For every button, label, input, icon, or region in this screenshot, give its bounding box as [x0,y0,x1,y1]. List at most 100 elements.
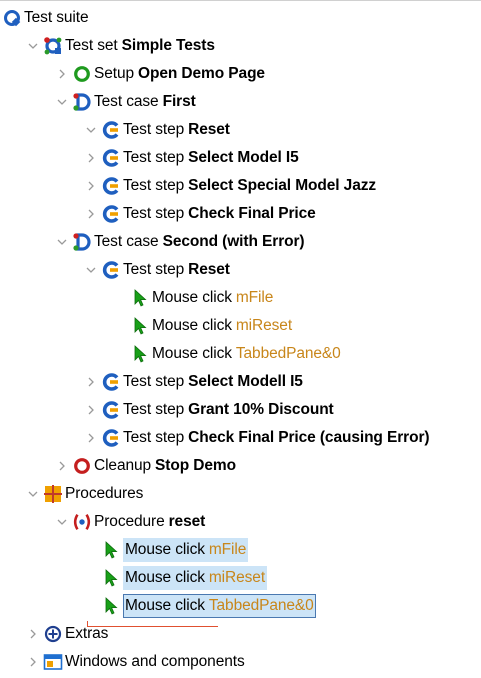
node-label[interactable]: Test step Select Special Model Jazz [123,172,376,200]
node-text: Test step Check Final Price [123,205,316,223]
node-kind: Mouse click [125,569,205,586]
node-text: Test case Second (with Error) [94,233,305,251]
testcase-icon [72,228,92,256]
node-kind: Test step [123,205,185,222]
node-name: reset [168,513,206,530]
tree-node[interactable]: Test step Check Final Price [0,200,481,228]
tree-node[interactable]: Cleanup Stop Demo [0,452,481,480]
tree-node[interactable]: Test step Grant 10% Discount [0,396,481,424]
node-label[interactable]: Test step Check Final Price (causing Erro… [123,424,430,452]
extras-icon [43,620,63,648]
collapse-arrow-icon[interactable] [27,620,39,648]
node-label[interactable]: Test set Simple Tests [65,32,215,60]
node-name: Stop Demo [155,457,236,474]
collapse-arrow-icon[interactable] [27,648,39,676]
node-kind: Windows and components [65,653,245,670]
expand-arrow-icon[interactable] [85,116,97,144]
collapse-arrow-icon[interactable] [85,368,97,396]
node-kind: Test suite [24,9,89,26]
node-name: First [162,93,196,110]
expand-arrow-icon[interactable] [85,256,97,284]
tree-node[interactable]: Test case Second (with Error) [0,228,481,256]
tree-node[interactable]: Setup Open Demo Page [0,60,481,88]
collapse-arrow-icon[interactable] [85,200,97,228]
component-reference: mFile [235,289,274,306]
tree-node[interactable]: Test case First [0,88,481,116]
teststep-icon [101,200,121,228]
component-reference: miReset [235,317,293,334]
tree-node[interactable]: Mouse click miReset [0,312,481,340]
collapse-arrow-icon[interactable] [85,424,97,452]
tree-node[interactable]: Windows and components [0,648,481,676]
node-text: Test case First [94,93,196,111]
node-text: Test set Simple Tests [65,37,215,55]
node-label[interactable]: Procedures [65,480,143,508]
node-kind: Mouse click [125,597,205,614]
tree-node[interactable]: Mouse click mFile [0,284,481,312]
expand-arrow-icon[interactable] [56,228,68,256]
tree-node[interactable]: Mouse click TabbedPane&0 [0,340,481,368]
node-label[interactable]: Mouse click miReset [123,564,268,592]
component-reference: TabbedPane&0 [208,597,314,614]
testset-icon [43,32,63,60]
tree-node[interactable]: Mouse click miReset [0,564,481,592]
node-label[interactable]: Windows and components [65,648,245,676]
setup-icon [72,60,92,88]
node-name: Check Final Price (causing Error) [188,429,430,446]
tree-node[interactable]: Test set Simple Tests [0,32,481,60]
node-label[interactable]: Test case First [94,88,196,116]
node-kind: Extras [65,625,109,642]
node-kind: Procedure [94,513,165,530]
node-label[interactable]: Mouse click TabbedPane&0 [123,592,316,620]
node-label[interactable]: Mouse click mFile [152,284,273,312]
mouse-click-icon [101,592,121,620]
expand-arrow-icon[interactable] [27,480,39,508]
tree-node[interactable]: Test step Select Model I5 [0,144,481,172]
collapse-arrow-icon[interactable] [85,172,97,200]
node-label[interactable]: Test step Select Model I5 [123,144,299,172]
teststep-icon [101,144,121,172]
expand-arrow-icon[interactable] [56,508,68,536]
tree-node[interactable]: Procedures [0,480,481,508]
node-label[interactable]: Test step Grant 10% Discount [123,396,334,424]
mouse-click-icon [130,284,150,312]
tree-top-border [0,0,481,1]
tree-node[interactable]: Mouse click TabbedPane&0 [0,592,481,620]
collapse-arrow-icon[interactable] [56,60,68,88]
collapse-arrow-icon[interactable] [85,396,97,424]
node-name: Select Modell I5 [188,373,303,390]
collapse-arrow-icon[interactable] [56,452,68,480]
node-label[interactable]: Cleanup Stop Demo [94,452,236,480]
tree-node[interactable]: Test step Reset [0,256,481,284]
expand-arrow-icon[interactable] [27,32,39,60]
node-label[interactable]: Test suite [24,4,89,32]
node-label[interactable]: Test step Check Final Price [123,200,316,228]
tree-node[interactable]: Extras [0,620,481,648]
node-label[interactable]: Test step Reset [123,256,230,284]
node-kind: Test step [123,261,185,278]
tree-node[interactable]: Procedure reset [0,508,481,536]
node-text: Mouse click mFile [152,289,273,307]
node-name: Open Demo Page [138,65,265,82]
node-label[interactable]: Mouse click TabbedPane&0 [152,340,341,368]
node-label[interactable]: Test case Second (with Error) [94,228,305,256]
tree-node[interactable]: Test step Reset [0,116,481,144]
node-text: Test step Reset [123,121,230,139]
node-text: Procedure reset [94,513,205,531]
node-label[interactable]: Test step Select Modell I5 [123,368,303,396]
tree-node[interactable]: Test step Select Modell I5 [0,368,481,396]
collapse-arrow-icon[interactable] [85,144,97,172]
node-kind: Test step [123,401,185,418]
node-label[interactable]: Mouse click miReset [152,312,292,340]
tree-node[interactable]: Test suite [0,4,481,32]
node-text: Extras [65,625,108,643]
node-label[interactable]: Setup Open Demo Page [94,60,265,88]
tree-node[interactable]: Mouse click mFile [0,536,481,564]
node-name: Grant 10% Discount [188,401,334,418]
tree-node[interactable]: Test step Select Special Model Jazz [0,172,481,200]
node-label[interactable]: Test step Reset [123,116,230,144]
expand-arrow-icon[interactable] [56,88,68,116]
tree-node[interactable]: Test step Check Final Price (causing Erro… [0,424,481,452]
node-label[interactable]: Procedure reset [94,508,205,536]
node-label[interactable]: Mouse click mFile [123,536,249,564]
